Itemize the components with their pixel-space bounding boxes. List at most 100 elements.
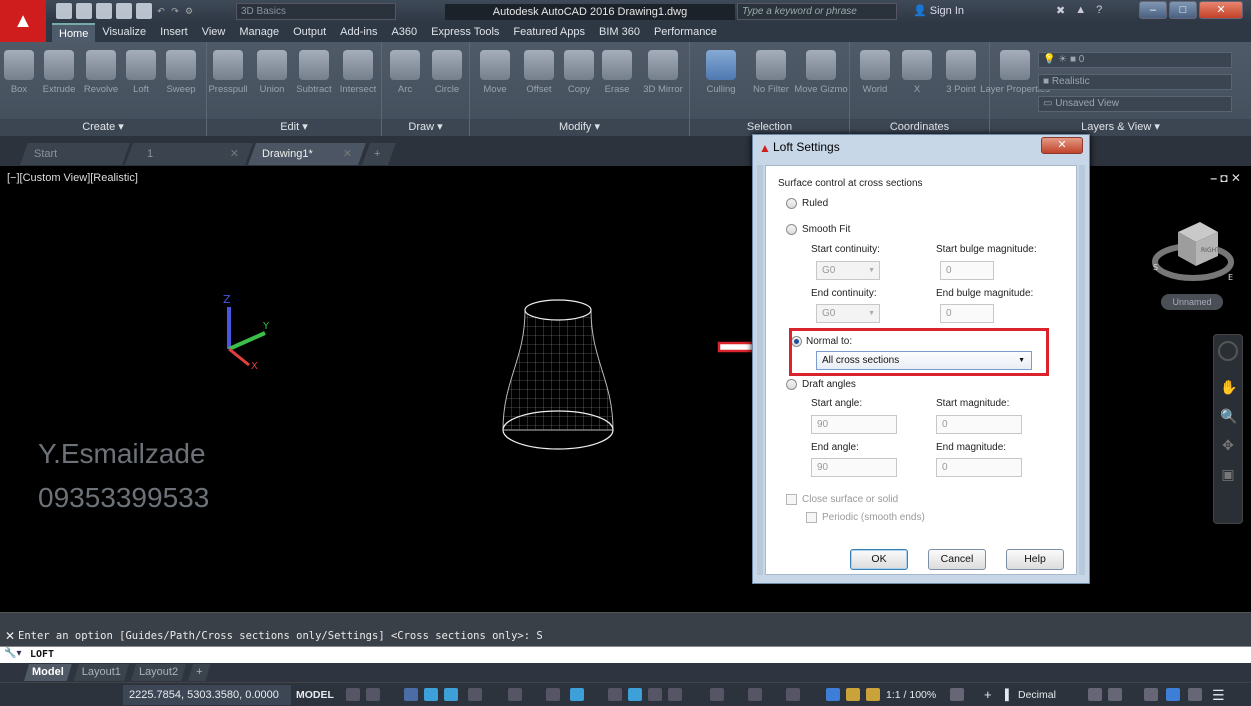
tab-layout1[interactable]: Layout1 bbox=[74, 664, 129, 681]
command-line[interactable]: 🔧▾ LOFT bbox=[0, 646, 1251, 663]
isolate-objects-icon[interactable] bbox=[1144, 688, 1158, 701]
zoom-icon[interactable]: 🔍 bbox=[1220, 408, 1237, 425]
save-as-icon[interactable] bbox=[116, 3, 132, 19]
help-button[interactable]: Help bbox=[1006, 549, 1064, 570]
intersect-tool[interactable]: Intersect bbox=[339, 50, 377, 95]
annotation-monitor-icon[interactable]: + bbox=[984, 687, 992, 703]
hardware-acceleration-icon[interactable] bbox=[1166, 688, 1180, 701]
cancel-button[interactable]: Cancel bbox=[928, 549, 986, 570]
tab-a360[interactable]: A360 bbox=[384, 23, 424, 42]
orbit-icon[interactable]: ✥ bbox=[1220, 437, 1236, 454]
pan-icon[interactable]: ✋ bbox=[1220, 379, 1237, 396]
union-tool[interactable]: Union bbox=[253, 50, 291, 95]
gizmo-icon[interactable] bbox=[786, 688, 800, 701]
panel-edit-label[interactable]: Edit ▾ bbox=[207, 119, 381, 136]
selection-cycling-icon[interactable] bbox=[648, 688, 662, 701]
workspace-combo[interactable]: 3D Basics bbox=[236, 3, 396, 20]
dialog-close-button[interactable]: ✕ bbox=[1041, 137, 1083, 154]
close-window-button[interactable]: ✕ bbox=[1199, 1, 1243, 19]
new-layout-button[interactable]: + bbox=[188, 664, 210, 681]
ruled-radio[interactable] bbox=[786, 198, 797, 209]
tab-manage[interactable]: Manage bbox=[232, 23, 286, 42]
autodesk-app-icon[interactable]: ▲ bbox=[1075, 4, 1086, 17]
close-surface-checkbox[interactable] bbox=[786, 494, 797, 505]
panel-modify-label[interactable]: Modify ▾ bbox=[470, 119, 689, 136]
undo-icon[interactable]: ↶ bbox=[156, 6, 166, 17]
draft-angles-radio[interactable] bbox=[786, 379, 797, 390]
named-view-combo[interactable]: ▭ Unsaved View bbox=[1038, 96, 1232, 112]
layer-combo[interactable]: 💡 ☀ ■ 0 bbox=[1038, 52, 1232, 68]
workspace-gear-icon[interactable]: ⚙ bbox=[184, 6, 194, 17]
tab-insert[interactable]: Insert bbox=[153, 23, 195, 42]
3d-mirror-tool[interactable]: 3D Mirror bbox=[643, 50, 683, 95]
infer-constraints-icon[interactable] bbox=[404, 688, 418, 701]
ortho-icon[interactable] bbox=[444, 688, 458, 701]
minimize-button[interactable]: – bbox=[1139, 1, 1167, 19]
end-angle-field[interactable]: 90 bbox=[811, 458, 897, 477]
periodic-label[interactable]: Periodic (smooth ends) bbox=[822, 512, 925, 523]
viewport-window-controls[interactable]: – ◘ ✕ bbox=[1210, 171, 1241, 185]
dynamic-ucs-icon[interactable] bbox=[710, 688, 724, 701]
offset-tool[interactable]: Offset bbox=[520, 50, 558, 95]
lock-ui-icon[interactable] bbox=[1108, 688, 1122, 701]
circle-tool[interactable]: Circle bbox=[428, 50, 466, 95]
subtract-tool[interactable]: Subtract bbox=[295, 50, 333, 95]
model-space-button[interactable]: MODEL bbox=[296, 687, 334, 703]
viewport-controls-label[interactable]: [−][Custom View][Realistic] bbox=[7, 172, 138, 184]
erase-tool[interactable]: Erase bbox=[598, 50, 636, 95]
application-menu-button[interactable]: ▲ bbox=[0, 0, 46, 42]
start-continuity-combo[interactable]: G0 ▼ bbox=[816, 261, 880, 280]
tab-layout2[interactable]: Layout2 bbox=[131, 664, 186, 681]
object-snap-icon[interactable] bbox=[570, 688, 584, 701]
plot-icon[interactable] bbox=[136, 3, 152, 19]
world-ucs-tool[interactable]: World bbox=[856, 50, 894, 95]
polar-icon[interactable] bbox=[468, 688, 482, 701]
tab-view[interactable]: View bbox=[195, 23, 233, 42]
end-continuity-combo[interactable]: G0 ▼ bbox=[816, 304, 880, 323]
ucs-menu[interactable]: Unnamed bbox=[1161, 294, 1223, 310]
start-angle-field[interactable]: 90 bbox=[811, 415, 897, 434]
sweep-tool[interactable]: Sweep bbox=[162, 50, 200, 95]
doc-tab-start[interactable]: Start bbox=[20, 143, 130, 165]
wrench-icon[interactable]: 🔧▾ bbox=[4, 648, 26, 662]
transparency-icon[interactable] bbox=[628, 688, 642, 701]
visual-style-combo[interactable]: ■ Realistic bbox=[1038, 74, 1232, 90]
x-ucs-tool[interactable]: X bbox=[898, 50, 936, 95]
customization-menu-icon[interactable]: ☰ bbox=[1212, 687, 1225, 703]
no-filter-tool[interactable]: No Filter bbox=[752, 50, 790, 95]
3-point-ucs-tool[interactable]: 3 Point bbox=[942, 50, 980, 95]
ruled-label[interactable]: Ruled bbox=[802, 198, 828, 209]
showmotion-icon[interactable]: ▣ bbox=[1220, 466, 1236, 483]
workspace-switching-icon[interactable] bbox=[950, 688, 964, 701]
close-tab-icon[interactable]: ✕ bbox=[230, 143, 239, 165]
move-gizmo-tool[interactable]: Move Gizmo bbox=[794, 50, 848, 95]
maximize-button[interactable]: □ bbox=[1169, 1, 1197, 19]
search-input[interactable]: Type a keyword or phrase bbox=[737, 3, 897, 20]
tab-featured-apps[interactable]: Featured Apps bbox=[506, 23, 592, 42]
close-surface-label[interactable]: Close surface or solid bbox=[802, 494, 898, 505]
ok-button[interactable]: OK bbox=[850, 549, 908, 570]
save-icon[interactable] bbox=[96, 3, 112, 19]
exchange-icon[interactable]: ✖ bbox=[1056, 4, 1065, 17]
quick-properties-icon[interactable] bbox=[1088, 688, 1102, 701]
isodraft-icon[interactable] bbox=[508, 688, 522, 701]
annotation-scale-value[interactable]: 1:1 / 100% bbox=[886, 687, 936, 703]
new-icon[interactable] bbox=[56, 3, 72, 19]
arc-tool[interactable]: Arc bbox=[386, 50, 424, 95]
tab-model[interactable]: Model bbox=[24, 664, 72, 681]
selection-filter-icon[interactable] bbox=[748, 688, 762, 701]
annotation-visibility-icon[interactable] bbox=[826, 688, 840, 701]
tab-visualize[interactable]: Visualize bbox=[95, 23, 153, 42]
tab-performance[interactable]: Performance bbox=[647, 23, 724, 42]
tab-bim-360[interactable]: BIM 360 bbox=[592, 23, 647, 42]
tab-home[interactable]: Home bbox=[52, 23, 96, 42]
loft-tool[interactable]: Loft bbox=[122, 50, 160, 95]
draft-angles-label[interactable]: Draft angles bbox=[802, 379, 856, 390]
annotation-scale-icon[interactable] bbox=[866, 688, 880, 701]
sign-in-button[interactable]: 👤 Sign In bbox=[913, 4, 964, 17]
panel-create-label[interactable]: Create ▾ bbox=[0, 119, 206, 136]
tab-output[interactable]: Output bbox=[286, 23, 333, 42]
culling-tool[interactable]: Culling bbox=[702, 50, 740, 95]
tab-express-tools[interactable]: Express Tools bbox=[424, 23, 506, 42]
open-icon[interactable] bbox=[76, 3, 92, 19]
